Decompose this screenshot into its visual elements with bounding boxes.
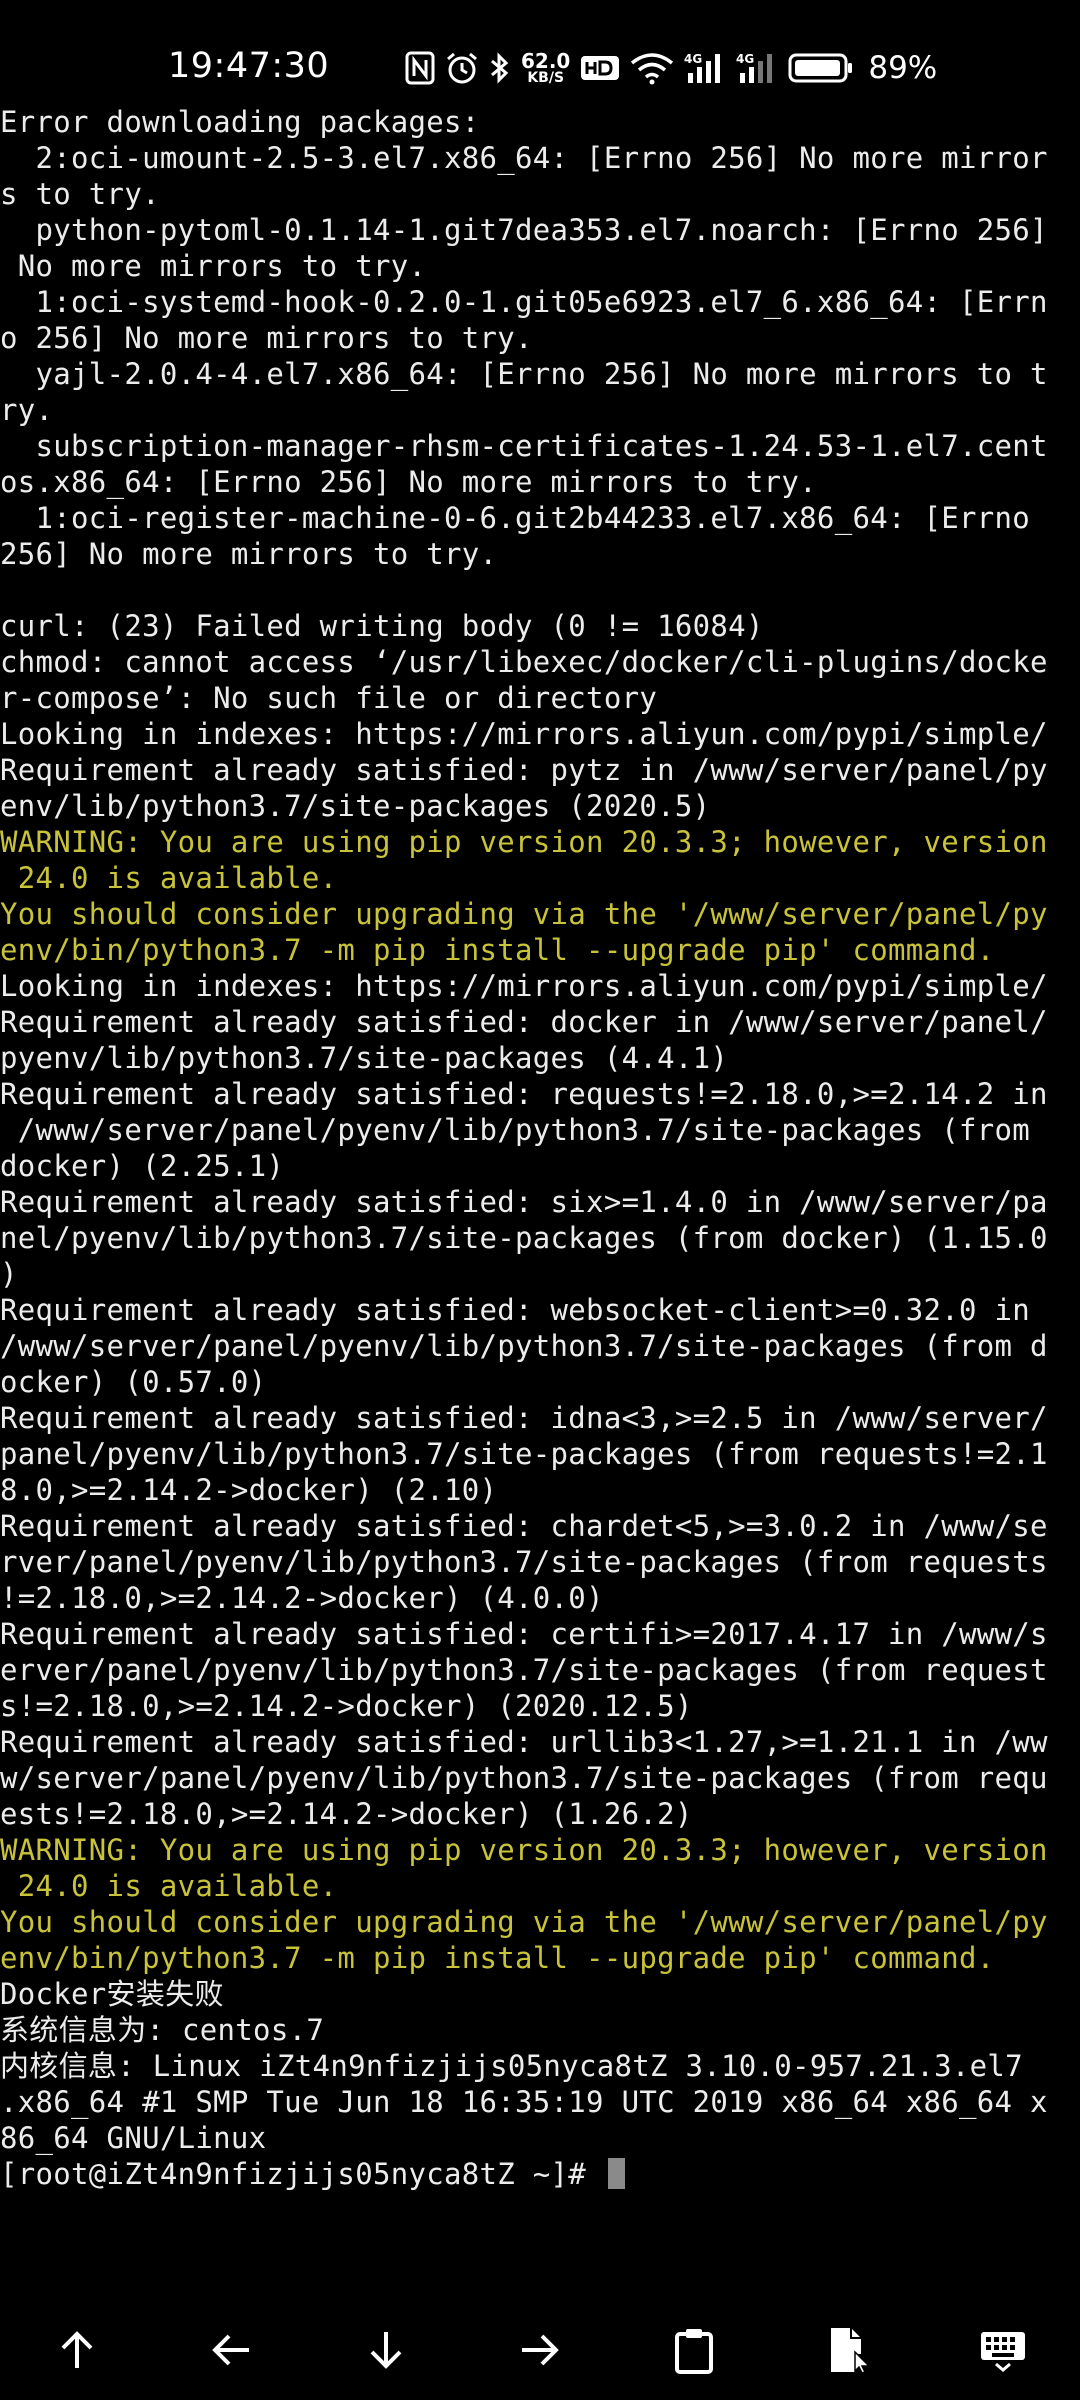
terminal-line: WARNING: You are using pip version 20.3.… [0,1833,1048,1867]
terminal-line: Looking in indexes: https://mirrors.aliy… [0,969,1048,1003]
terminal-line: nel/pyenv/lib/python3.7/site-packages (f… [0,1221,1048,1255]
terminal-line: ests!=2.18.0,>=2.14.2->docker) (1.26.2) [0,1797,693,1831]
svg-text:4G: 4G [684,52,702,66]
bluetooth-icon [489,51,511,85]
signal-4g-icon: 4G [684,51,726,85]
terminal-line: s!=2.18.0,>=2.14.2->docker) (2020.12.5) [0,1689,693,1723]
terminal-line: Requirement already satisfied: docker in… [0,1005,1048,1039]
terminal-line: !=2.18.0,>=2.14.2->docker) (4.0.0) [0,1581,604,1615]
terminal-line: panel/pyenv/lib/python3.7/site-packages … [0,1437,1048,1471]
terminal-line: 1:oci-systemd-hook-0.2.0-1.git05e6923.el… [0,285,1048,319]
hd-icon [580,53,620,83]
terminal-line: Looking in indexes: https://mirrors.aliy… [0,717,1048,751]
file-key[interactable] [809,2320,889,2380]
wifi-icon [630,51,674,85]
battery-icon [788,51,854,85]
extra-keys-bar [0,2296,1080,2400]
terminal-line: You should consider upgrading via the '/… [0,897,1048,931]
terminal-line: Requirement already satisfied: requests!… [0,1077,1048,1111]
terminal-line: Requirement already satisfied: six>=1.4.… [0,1185,1048,1219]
status-icons: 62.0 KB/S 4G 4G 89% [405,44,937,92]
arrow-right-key[interactable] [500,2320,580,2380]
terminal-line: 8.0,>=2.14.2->docker) (2.10) [0,1473,498,1507]
terminal-line: /www/server/panel/pyenv/lib/python3.7/si… [0,1113,1031,1147]
clipboard-icon [675,2329,714,2374]
status-time: 19:47:30 [168,46,330,86]
terminal-line: Error downloading packages: [0,105,480,139]
terminal-line: 1:oci-register-machine-0-6.git2b44233.el… [0,501,1031,535]
terminal-prompt-line[interactable]: [root@iZt4n9nfizjijs05nyca8tZ ~]# [0,2156,1080,2192]
arrow-up-icon [61,2331,93,2368]
terminal-line: python-pytoml-0.1.14-1.git7dea353.el7.no… [0,213,1048,247]
terminal-line: Requirement already satisfied: pytz in /… [0,753,1048,787]
terminal-line: ry. [0,393,54,427]
terminal-line: 内核信息: Linux iZt4n9nfizjijs05nyca8tZ 3.10… [0,2049,1023,2083]
file-cursor-icon [830,2328,871,2374]
arrow-right-icon [521,2334,559,2366]
terminal-line: docker) (2.25.1) [0,1149,285,1183]
terminal-line: /www/server/panel/pyenv/lib/python3.7/si… [0,1329,1048,1363]
signal-4g-icon: 4G [736,51,778,85]
status-bar: 19:47:30 62.0 KB/S 4G 4G 89% [0,0,1080,110]
terminal-line: env/lib/python3.7/site-packages (2020.5) [0,789,711,823]
terminal-line: No more mirrors to try. [0,249,427,283]
network-speed-unit: KB/S [527,70,565,86]
terminal-line: erver/panel/pyenv/lib/python3.7/site-pac… [0,1653,1048,1687]
terminal-line: env/bin/python3.7 -m pip install --upgra… [0,933,995,967]
terminal-line: You should consider upgrading via the '/… [0,1905,1048,1939]
paste-key[interactable] [654,2320,734,2380]
terminal-line: Requirement already satisfied: urllib3<1… [0,1725,1048,1759]
terminal-line: 2:oci-umount-2.5-3.el7.x86_64: [Errno 25… [0,141,1048,175]
terminal-line: yajl-2.0.4-4.el7.x86_64: [Errno 256] No … [0,357,1048,391]
terminal-line: Requirement already satisfied: chardet<5… [0,1509,1048,1543]
terminal-line: env/bin/python3.7 -m pip install --upgra… [0,1941,995,1975]
terminal-line: 256] No more mirrors to try. [0,537,498,571]
network-speed-value: 62.0 [521,49,571,73]
terminal-line: r-compose’: No such file or directory [0,681,658,715]
terminal-output[interactable]: Error downloading packages: 2:oci-umount… [0,104,1080,2254]
terminal-line: chmod: cannot access ‘/usr/libexec/docke… [0,645,1048,679]
terminal-line: 86_64 GNU/Linux [0,2121,267,2155]
battery-percent: 89% [868,50,938,86]
terminal-line: curl: (23) Failed writing body (0 != 160… [0,609,764,643]
terminal-line: subscription-manager-rhsm-certificates-1… [0,429,1048,463]
terminal-line: Requirement already satisfied: certifi>=… [0,1617,1048,1651]
arrow-left-key[interactable] [191,2320,271,2380]
arrow-down-icon [370,2332,402,2369]
terminal-line: Requirement already satisfied: idna<3,>=… [0,1401,1048,1435]
terminal-line: Docker安装失败 [0,1977,224,2011]
terminal-line: o 256] No more mirrors to try. [0,321,533,355]
svg-text:4G: 4G [736,52,754,66]
arrow-left-icon [212,2334,250,2366]
terminal-line: rver/panel/pyenv/lib/python3.7/site-pack… [0,1545,1048,1579]
nfc-icon [405,51,435,85]
terminal-line: .x86_64 #1 SMP Tue Jun 18 16:35:19 UTC 2… [0,2085,1048,2119]
terminal-line: ) [0,1257,18,1291]
terminal-line: WARNING: You are using pip version 20.3.… [0,825,1048,859]
terminal-line: ocker) (0.57.0) [0,1365,267,1399]
keyboard-key[interactable] [963,2320,1043,2380]
terminal-line: 24.0 is available. [0,861,338,895]
terminal-line: pyenv/lib/python3.7/site-packages (4.4.1… [0,1041,729,1075]
terminal-line: w/server/panel/pyenv/lib/python3.7/site-… [0,1761,1048,1795]
terminal-line: s to try. [0,177,160,211]
terminal-line: Requirement already satisfied: websocket… [0,1293,1031,1327]
network-speed: 62.0 KB/S [521,51,570,85]
terminal-line: 系统信息为: centos.7 [0,2013,325,2047]
alarm-icon [445,51,479,85]
terminal-line: os.x86_64: [Errno 256] No more mirrors t… [0,465,817,499]
terminal-line: 24.0 is available. [0,1869,338,1903]
shell-prompt: [root@iZt4n9nfizjijs05nyca8tZ ~]# [0,2157,604,2191]
arrow-down-key[interactable] [346,2320,426,2380]
terminal-cursor [607,2158,625,2189]
arrow-up-key[interactable] [37,2320,117,2380]
keyboard-icon [980,2332,1025,2372]
